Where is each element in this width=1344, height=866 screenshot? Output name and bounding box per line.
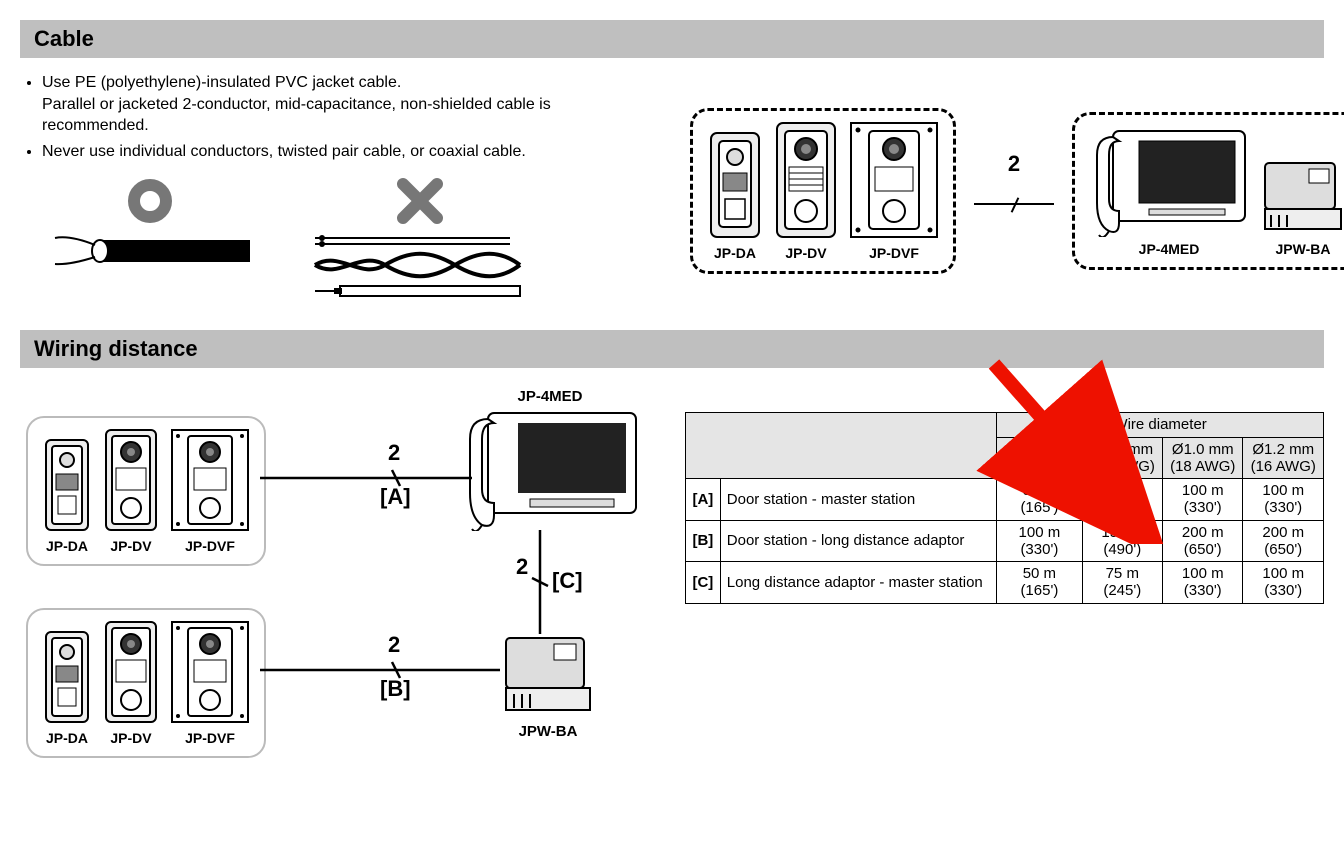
bullet-1-line2: Parallel or jacketed 2-conductor, mid-ca… xyxy=(42,96,551,135)
cell: Door station - master station xyxy=(720,479,996,521)
label: JP-DA xyxy=(46,538,88,554)
jacketed-cable-icon xyxy=(50,230,250,270)
row-c: [C] Long distance adaptor - master stati… xyxy=(686,562,1324,604)
device-jp-da-2: JP-DA xyxy=(42,438,92,554)
wire-count-c: 2 xyxy=(516,554,528,580)
label-jp-dvf: JP-DVF xyxy=(869,245,919,261)
door-group-bottom: JP-DA JP-DV JP-DVF xyxy=(26,608,266,758)
device-jp-da-3: JP-DA xyxy=(42,630,92,746)
connection-link: 2 xyxy=(974,177,1054,205)
bullet-1-line1: Use PE (polyethylene)-insulated PVC jack… xyxy=(42,74,401,91)
cable-section: Use PE (polyethylene)-insulated PVC jack… xyxy=(20,72,1324,300)
cell: 100 m(330') xyxy=(1243,562,1324,604)
label: JP-DV xyxy=(110,538,151,554)
cable-text-column: Use PE (polyethylene)-insulated PVC jack… xyxy=(20,72,660,300)
wiring-diagram: JP-DA JP-DV JP-DVF JP-DA xyxy=(20,382,660,787)
bullet-1: Use PE (polyethylene)-insulated PVC jack… xyxy=(42,72,660,137)
cell: 100 m(330') xyxy=(1163,479,1243,521)
label: JP-DVF xyxy=(185,538,235,554)
device-jp-dvf-3: JP-DVF xyxy=(170,620,250,746)
cell: Door station - long distance adaptor xyxy=(720,520,996,562)
label: JP-DVF xyxy=(185,730,235,746)
cell: 200 m(650') xyxy=(1163,520,1243,562)
red-arrow-icon xyxy=(964,354,1164,544)
label-jp-4med: JP-4MED xyxy=(1139,241,1200,257)
col-12: Ø1.2 mm(16 AWG) xyxy=(1243,437,1324,479)
adaptor-icon xyxy=(1259,157,1344,237)
device-jp-4med-2: JP-4MED xyxy=(460,388,640,536)
segment-label-b: [B] xyxy=(380,676,411,702)
device-jp-dv-3: JP-DV xyxy=(102,620,160,746)
master-stations-group: JP-4MED JPW-BA xyxy=(1072,112,1344,270)
door-station-icon xyxy=(773,121,839,241)
label-jp-da: JP-DA xyxy=(714,245,756,261)
cell: [B] xyxy=(686,520,721,562)
wire-count-b: 2 xyxy=(388,632,400,658)
cross-icon xyxy=(395,176,445,226)
cable-diagram: JP-DA JP-DV JP-DVF 2 xyxy=(690,72,1344,300)
label-jp-dv: JP-DV xyxy=(785,245,826,261)
device-jpw-ba-2: JPW-BA xyxy=(498,632,598,742)
door-station-icon xyxy=(707,131,763,241)
cable-bad-example xyxy=(310,176,530,300)
wire-count: 2 xyxy=(1008,151,1020,177)
bad-cables-icon xyxy=(310,230,530,300)
cell: Long distance adaptor - master station xyxy=(720,562,996,604)
segment-label-c: [C] xyxy=(552,568,583,594)
label-jpw-ba: JPW-BA xyxy=(1276,241,1331,257)
cell: [A] xyxy=(686,479,721,521)
section-header-cable: Cable xyxy=(20,20,1324,58)
cable-bullets: Use PE (polyethylene)-insulated PVC jack… xyxy=(20,72,660,162)
device-jp-dvf: JP-DVF xyxy=(849,121,939,261)
door-group-top: JP-DA JP-DV JP-DVF xyxy=(26,416,266,566)
door-station-icon xyxy=(849,121,939,241)
cable-ok-example xyxy=(50,176,250,300)
label: JP-DV xyxy=(110,730,151,746)
cell: 200 m(650') xyxy=(1243,520,1324,562)
cell: 100 m(330') xyxy=(1243,479,1324,521)
device-jp-dv-2: JP-DV xyxy=(102,428,160,554)
label: JPW-BA xyxy=(498,723,598,740)
device-jp-dv: JP-DV xyxy=(773,121,839,261)
wire-count-a: 2 xyxy=(388,440,400,466)
device-jpw-ba: JPW-BA xyxy=(1259,157,1344,257)
label: JP-4MED xyxy=(460,388,640,405)
bullet-2: Never use individual conductors, twisted… xyxy=(42,141,660,163)
monitor-station-icon xyxy=(1089,125,1249,237)
col-10: Ø1.0 mm(18 AWG) xyxy=(1163,437,1243,479)
label: JP-DA xyxy=(46,730,88,746)
door-stations-group: JP-DA JP-DV JP-DVF xyxy=(690,108,956,274)
device-jp-da: JP-DA xyxy=(707,131,763,261)
cell: 75 m(245') xyxy=(1082,562,1162,604)
cable-examples xyxy=(50,176,660,300)
cell: 50 m(165') xyxy=(997,562,1082,604)
cell: [C] xyxy=(686,562,721,604)
ok-circle-icon xyxy=(125,176,175,226)
wiring-section: JP-DA JP-DV JP-DVF JP-DA xyxy=(20,382,1324,787)
wiring-table-area: Wire diameter Ø0.65 mm(22 AWG) Ø0.8 mm(2… xyxy=(685,382,1324,787)
segment-label-a: [A] xyxy=(380,484,411,510)
device-jp-dvf-2: JP-DVF xyxy=(170,428,250,554)
cell: 100 m(330') xyxy=(1163,562,1243,604)
device-jp-4med: JP-4MED xyxy=(1089,125,1249,257)
